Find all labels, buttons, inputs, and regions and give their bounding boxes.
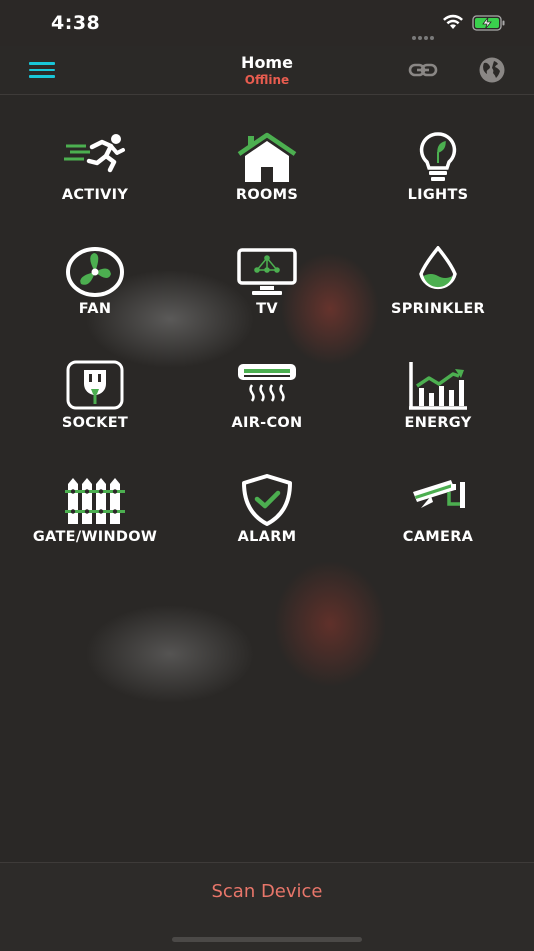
house-icon [237, 132, 297, 182]
tile-socket[interactable]: SOCKET [15, 322, 175, 432]
wifi-icon [443, 14, 463, 29]
tile-label: FAN [78, 301, 112, 317]
connection-status: Offline [244, 73, 290, 87]
tile-alarm[interactable]: ALARM [187, 436, 347, 546]
tile-label: ALARM [237, 529, 297, 545]
fence-icon [65, 478, 125, 524]
tile-label: GATE/WINDOW [32, 529, 158, 545]
tile-aircon[interactable]: AIR-CON [187, 322, 347, 432]
tile-label: SPRINKLER [390, 301, 485, 317]
tile-label: LIGHTS [407, 187, 469, 203]
tile-activity[interactable]: ACTIVIY [15, 94, 175, 204]
cellular-signal-icon [412, 25, 436, 44]
tv-icon [237, 248, 297, 295]
running-person-icon [64, 134, 125, 173]
tile-gate-window[interactable]: GATE/WINDOW [15, 436, 175, 546]
link-icon[interactable] [408, 59, 438, 81]
energy-chart-icon [409, 362, 467, 410]
tile-rooms[interactable]: ROOMS [187, 94, 347, 204]
water-drop-icon [419, 246, 457, 290]
battery-charging-icon [472, 15, 505, 31]
lightbulb-icon [419, 132, 457, 181]
scan-device-button[interactable]: Scan Device [0, 881, 534, 902]
tile-fan[interactable]: FAN [15, 208, 175, 318]
tile-label: TV [256, 301, 278, 317]
shield-check-icon [242, 474, 292, 526]
tile-tv[interactable]: TV [187, 208, 347, 318]
page-title: Home [241, 53, 293, 72]
globe-icon[interactable] [478, 56, 506, 84]
tile-label: ROOMS [235, 187, 299, 203]
air-conditioner-icon [238, 364, 296, 402]
tile-label: ENERGY [404, 415, 472, 431]
tile-label: ACTIVIY [61, 187, 129, 203]
status-bar: 4:38 [0, 0, 534, 46]
tile-sprinkler[interactable]: SPRINKLER [358, 208, 518, 318]
bottom-bar: Scan Device [0, 862, 534, 951]
security-camera-icon [413, 480, 465, 508]
tile-camera[interactable]: CAMERA [358, 436, 518, 546]
tile-label: CAMERA [402, 529, 474, 545]
tile-lights[interactable]: LIGHTS [358, 94, 518, 204]
fan-icon [66, 247, 124, 297]
socket-icon [66, 360, 124, 410]
app-header: Home Offline [0, 46, 534, 95]
tile-energy[interactable]: ENERGY [358, 322, 518, 432]
status-time: 4:38 [51, 12, 101, 34]
tile-label: AIR-CON [231, 415, 303, 431]
home-indicator [172, 937, 362, 942]
tile-label: SOCKET [61, 415, 129, 431]
